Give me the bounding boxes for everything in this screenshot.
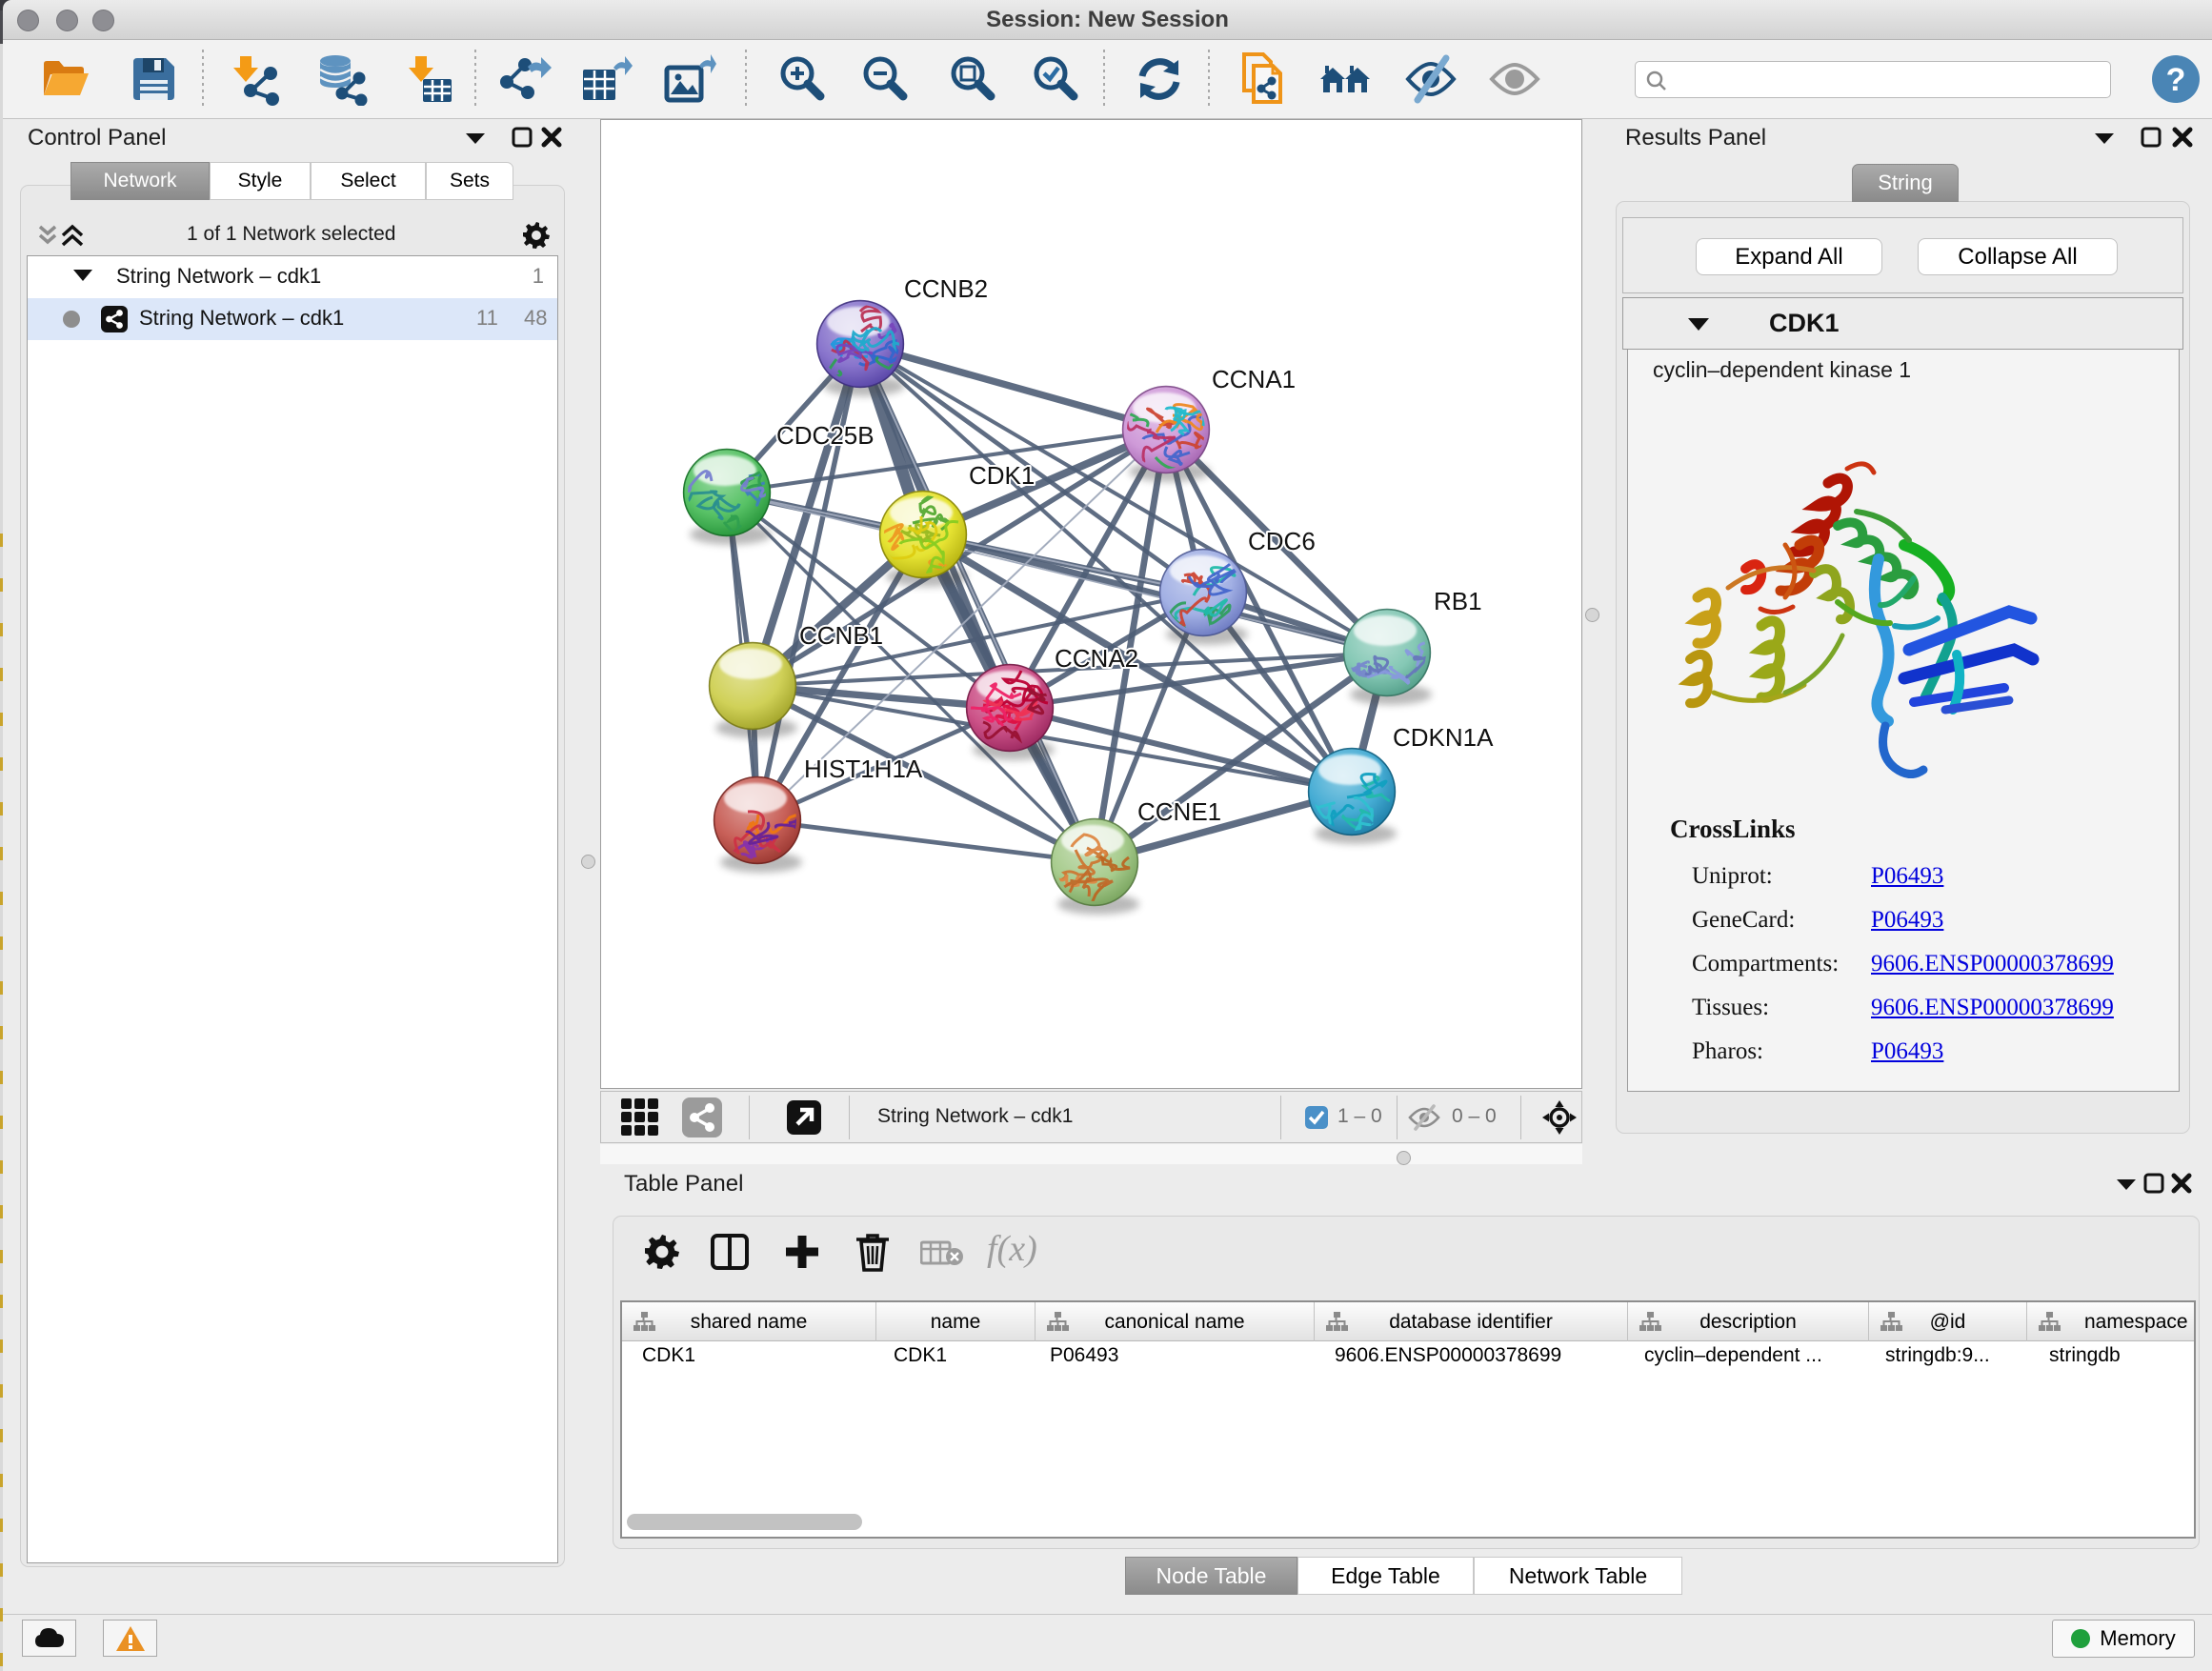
svg-text:CDC6: CDC6 <box>1248 527 1316 555</box>
svg-text:HIST1H1A: HIST1H1A <box>804 755 923 783</box>
svg-text:CCNB1: CCNB1 <box>799 621 883 650</box>
svg-text:CCNE1: CCNE1 <box>1137 797 1221 826</box>
svg-text:CCNA1: CCNA1 <box>1212 365 1296 393</box>
svg-text:RB1: RB1 <box>1434 587 1482 615</box>
svg-text:?: ? <box>2166 62 2186 98</box>
svg-text:CDK1: CDK1 <box>969 461 1035 490</box>
svg-text:CCNB2: CCNB2 <box>904 274 988 303</box>
svg-text:CDC25B: CDC25B <box>776 421 875 450</box>
svg-text:CDKN1A: CDKN1A <box>1393 723 1494 752</box>
svg-text:CCNA2: CCNA2 <box>1055 644 1138 673</box>
